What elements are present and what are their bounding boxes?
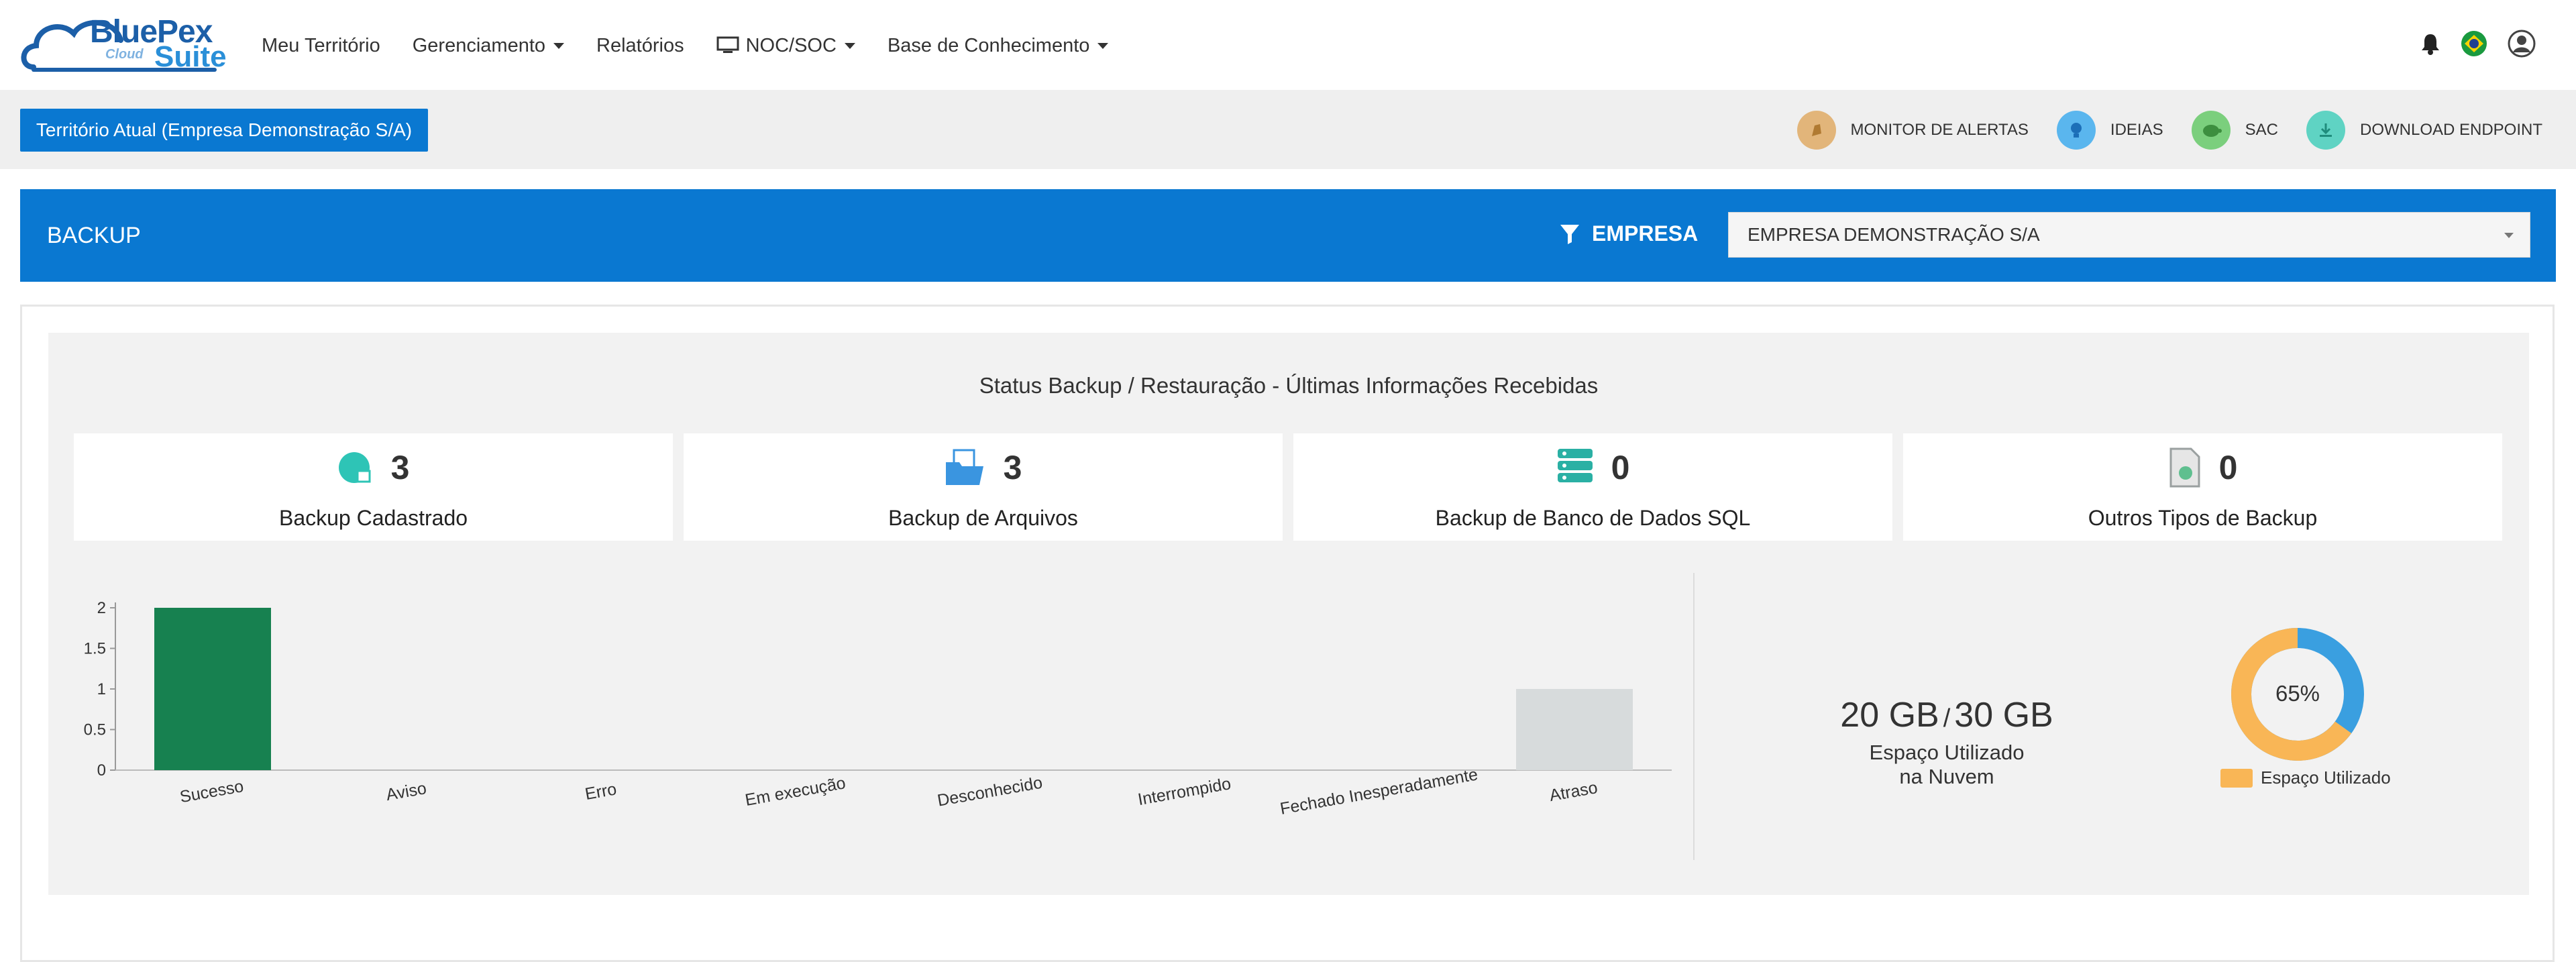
- y-tick-label: 0.5: [84, 721, 106, 739]
- quick-link-sac-label: SAC: [2245, 121, 2278, 139]
- backup-header: BACKUP EMPRESA EMPRESA DEMONSTRAÇÃO S/A: [20, 189, 2556, 282]
- x-tick-label: Interrompido: [1136, 774, 1232, 809]
- x-tick-label: Desconhecido: [936, 773, 1044, 810]
- download-icon: [2306, 111, 2345, 150]
- lightbulb-icon: [2056, 111, 2096, 150]
- x-tick-label: Sucesso: [178, 777, 245, 806]
- nav-gerenciamento-label: Gerenciamento: [412, 34, 546, 56]
- filter-icon: [1560, 224, 1579, 244]
- card-count: 0: [1611, 449, 1630, 486]
- filter-label-text: EMPRESA: [1592, 221, 1699, 246]
- navbar-right-icons: [2400, 30, 2536, 58]
- nav-meu-territorio[interactable]: Meu Território: [262, 35, 380, 57]
- nav-base-conhecimento-label: Base de Conhecimento: [887, 34, 1090, 56]
- y-tick-label: 1: [97, 680, 106, 698]
- storage-separator: /: [1943, 704, 1951, 733]
- quick-links: MONITOR DE ALERTAS IDEIAS SAC DOWNLOAD E…: [1769, 110, 2542, 150]
- legend-swatch: [2220, 768, 2253, 788]
- company-select-value: EMPRESA DEMONSTRAÇÃO S/A: [1748, 224, 2040, 245]
- card-label: Backup Cadastrado: [278, 506, 468, 530]
- quick-link-ideias[interactable]: IDEIAS: [2056, 111, 2163, 150]
- caret-down-icon: [553, 42, 565, 49]
- status-title: Status Backup / Restauração - Últimas In…: [979, 373, 1599, 398]
- select-caret-icon: [2504, 233, 2514, 238]
- y-tick-label: 2: [97, 599, 106, 617]
- chart-bar-0[interactable]: [154, 608, 271, 770]
- storage-used: 20 GB: [1840, 696, 1939, 735]
- alert-monitor-icon: [1796, 111, 1836, 150]
- legend-label: Espaço Utilizado: [2261, 767, 2391, 788]
- quick-link-download-endpoint[interactable]: DOWNLOAD ENDPOINT: [2306, 111, 2542, 150]
- storage-total: 30 GB: [1954, 696, 2053, 735]
- storage-label: Espaço Utilizado na Nuvem: [1766, 741, 2128, 789]
- database-icon: [1557, 449, 1593, 482]
- quick-link-sac[interactable]: SAC: [2191, 111, 2278, 150]
- y-tick-label: 1.5: [84, 640, 106, 658]
- card-backup-sql: 0 Backup de Banco de Dados SQL: [1293, 433, 1892, 541]
- quick-link-monitor-alertas[interactable]: MONITOR DE ALERTAS: [1796, 111, 2029, 150]
- nav-base-conhecimento[interactable]: Base de Conhecimento: [887, 34, 1109, 57]
- nav-noc-soc-label: NOC/SOC: [745, 34, 837, 56]
- card-count: 3: [1003, 449, 1022, 486]
- card-count: 0: [2218, 449, 2238, 486]
- company-select[interactable]: EMPRESA DEMONSTRAÇÃO S/A: [1728, 212, 2530, 258]
- file-folder-icon: [945, 449, 983, 485]
- quick-link-download-endpoint-label: DOWNLOAD ENDPOINT: [2359, 121, 2542, 139]
- turtle-icon: [2191, 111, 2231, 150]
- storage-label-line2: na Nuvem: [1899, 765, 1994, 788]
- divider: [1693, 573, 1695, 860]
- card-outros-backup: 0 Outros Tipos de Backup: [1903, 433, 2502, 541]
- x-tick-label: Atraso: [1548, 778, 1599, 805]
- nav-relatorios-label: Relatórios: [596, 34, 684, 56]
- nav-gerenciamento[interactable]: Gerenciamento: [412, 34, 565, 57]
- nav-noc-soc[interactable]: NOC/SOC: [716, 35, 855, 57]
- quick-link-monitor-alertas-label: MONITOR DE ALERTAS: [1850, 121, 2029, 139]
- other-file-icon: [2169, 447, 2200, 488]
- card-label: Outros Tipos de Backup: [2088, 506, 2318, 530]
- quick-link-ideias-label: IDEIAS: [2110, 121, 2163, 139]
- storage-usage-numbers: 20 GB/30 GB: [1766, 695, 2128, 735]
- backup-status-chart: 0 0.5 1 1.5 2 Sucesso Aviso Erro Em execução Desc…: [84, 599, 1672, 818]
- x-tick-label: Fechado Inesperadamente: [1279, 765, 1479, 818]
- donut-percent-label: 65%: [2275, 681, 2320, 706]
- card-backup-cadastrado: 3 Backup Cadastrado: [74, 433, 673, 541]
- nav-meu-territorio-label: Meu Território: [262, 34, 380, 56]
- page-title: BACKUP: [47, 223, 141, 248]
- logo-suite-text: Suite: [154, 40, 227, 73]
- current-territory-button[interactable]: Território Atual (Empresa Demonstração S…: [20, 109, 428, 152]
- card-backup-arquivos: 3 Backup de Arquivos: [684, 433, 1283, 541]
- caret-down-icon: [1097, 42, 1109, 49]
- user-avatar-icon[interactable]: [2508, 30, 2536, 58]
- card-count: 3: [390, 449, 410, 486]
- current-territory-label: Território Atual (Empresa Demonstração S…: [36, 119, 413, 140]
- x-tick-label: Em execução: [744, 773, 847, 810]
- card-label: Backup de Banco de Dados SQL: [1435, 506, 1751, 530]
- top-navbar: BluePex Cloud Suite Meu Território Geren…: [0, 0, 2576, 90]
- x-tick-label: Aviso: [384, 779, 428, 804]
- monitor-icon: [716, 36, 739, 53]
- backup-registered-icon: [338, 452, 371, 483]
- storage-donut-chart: 65%: [2231, 628, 2364, 761]
- filter-label: EMPRESA: [1560, 221, 1698, 246]
- status-panel: Status Backup / Restauração - Últimas In…: [48, 333, 2529, 895]
- bell-icon[interactable]: [2420, 32, 2440, 55]
- card-label: Backup de Arquivos: [888, 506, 1078, 530]
- storage-label-line1: Espaço Utilizado: [1869, 741, 2025, 764]
- nav-relatorios[interactable]: Relatórios: [596, 35, 684, 57]
- x-tick-label: Erro: [584, 780, 618, 804]
- territory-bar: Território Atual (Empresa Demonstração S…: [0, 90, 2576, 169]
- donut-legend[interactable]: Espaço Utilizado: [2220, 767, 2391, 788]
- caret-down-icon: [844, 42, 855, 49]
- bluepex-logo[interactable]: BluePex Cloud Suite: [20, 13, 227, 74]
- brazil-flag-icon[interactable]: [2461, 30, 2487, 57]
- chart-bar-7[interactable]: [1516, 689, 1633, 770]
- main-menu: Meu Território Gerenciamento Relatórios …: [262, 30, 1140, 62]
- y-tick-label: 0: [97, 761, 106, 780]
- logo-cloud-text: Cloud: [105, 47, 144, 62]
